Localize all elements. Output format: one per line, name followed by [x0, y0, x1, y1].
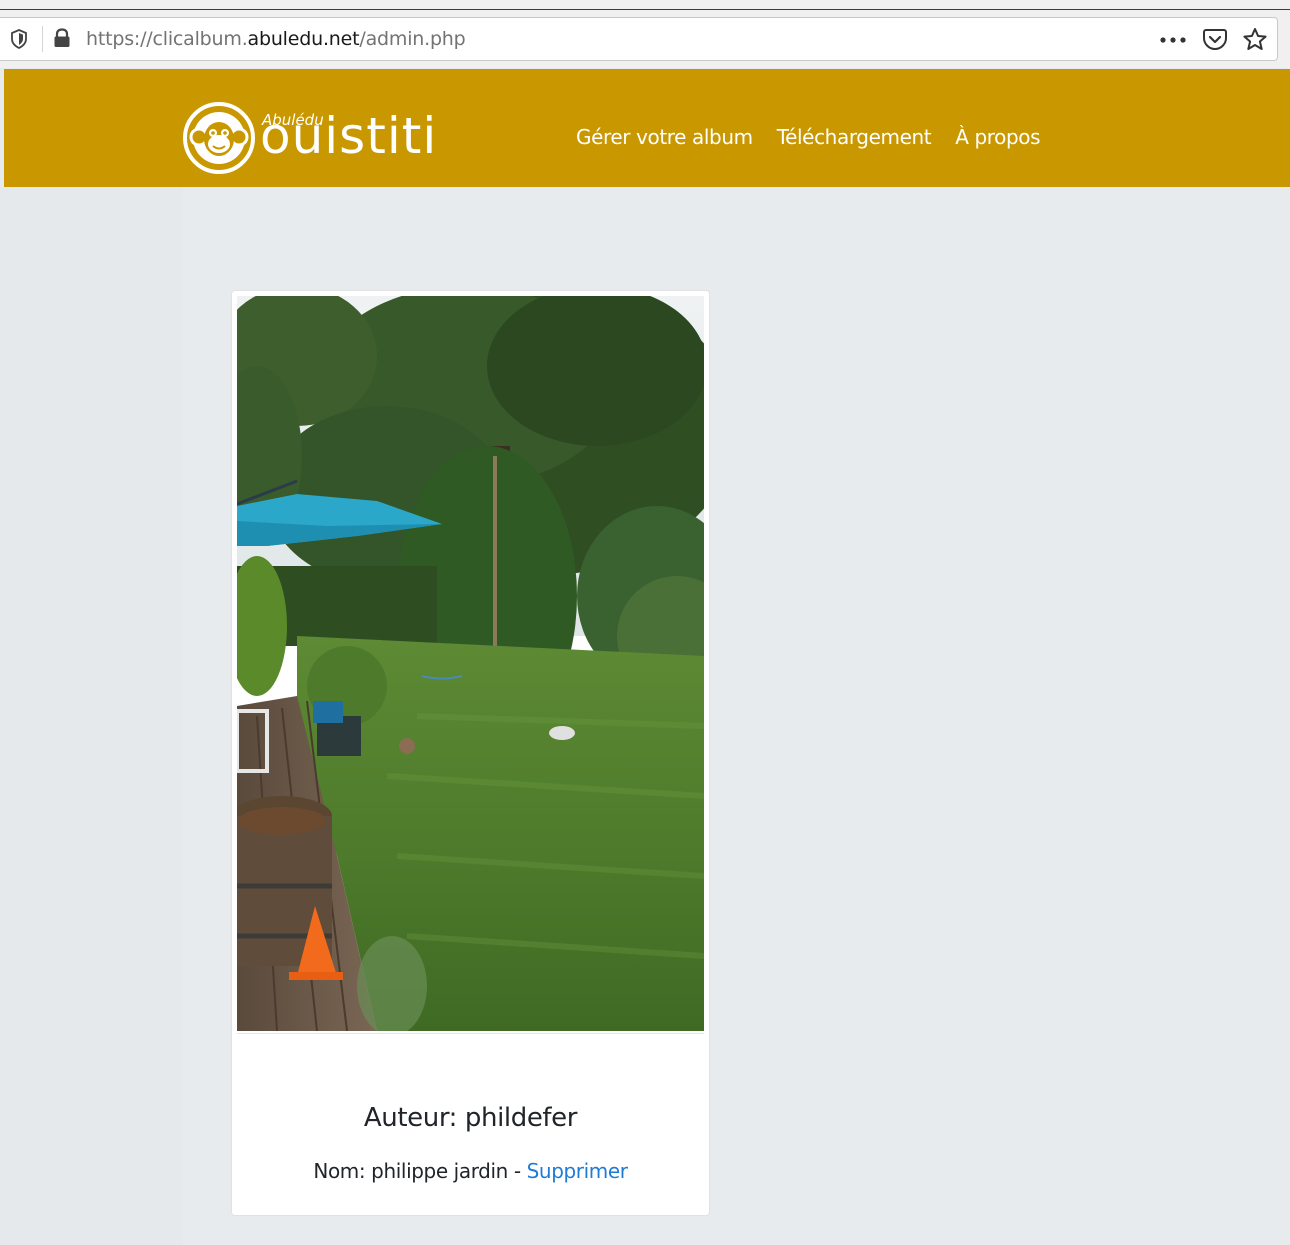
photo-name-line: Nom: philippe jardin - Supprimer	[232, 1159, 709, 1183]
url-path: /admin.php	[359, 28, 466, 50]
bookmark-star-icon[interactable]	[1242, 27, 1268, 52]
site-logo[interactable]: Abulédu ouistiti	[182, 101, 478, 177]
delete-link[interactable]: Supprimer	[527, 1159, 628, 1183]
site-navbar: Abulédu ouistiti Gérer votre album Téléc…	[4, 69, 1290, 187]
shield-icon[interactable]	[10, 29, 28, 49]
more-options-icon[interactable]	[1160, 37, 1186, 43]
address-separator	[42, 26, 43, 52]
url-prefix: https://clicalbum.	[86, 28, 248, 50]
photo-frame	[237, 296, 704, 1034]
garden-photo[interactable]	[237, 296, 704, 1031]
page-gutter	[0, 187, 183, 1245]
photo-card: Auteur: phildefer Nom: philippe jardin -…	[231, 290, 710, 1216]
main-nav: Gérer votre album Téléchargement À propo…	[576, 125, 1041, 149]
name-separator: -	[507, 1159, 527, 1183]
nav-download[interactable]: Téléchargement	[777, 125, 932, 149]
lock-icon[interactable]	[53, 28, 71, 48]
address-bar[interactable]: https://clicalbum.abuledu.net/admin.php	[0, 17, 1278, 61]
url-host: abuledu.net	[247, 28, 360, 50]
nav-manage-album[interactable]: Gérer votre album	[576, 125, 753, 149]
monkey-logo-icon	[183, 102, 255, 174]
logo-wordmark: ouistiti	[260, 107, 438, 165]
url-text[interactable]: https://clicalbum.abuledu.net/admin.php	[86, 28, 466, 50]
author-label: Auteur: phildefer	[363, 1103, 578, 1133]
browser-toolbar: https://clicalbum.abuledu.net/admin.php	[0, 0, 1290, 68]
photo-name: Nom: philippe jardin	[313, 1159, 508, 1183]
nav-about[interactable]: À propos	[955, 125, 1040, 149]
window-edge	[0, 9, 1290, 10]
pocket-icon[interactable]	[1203, 28, 1227, 50]
